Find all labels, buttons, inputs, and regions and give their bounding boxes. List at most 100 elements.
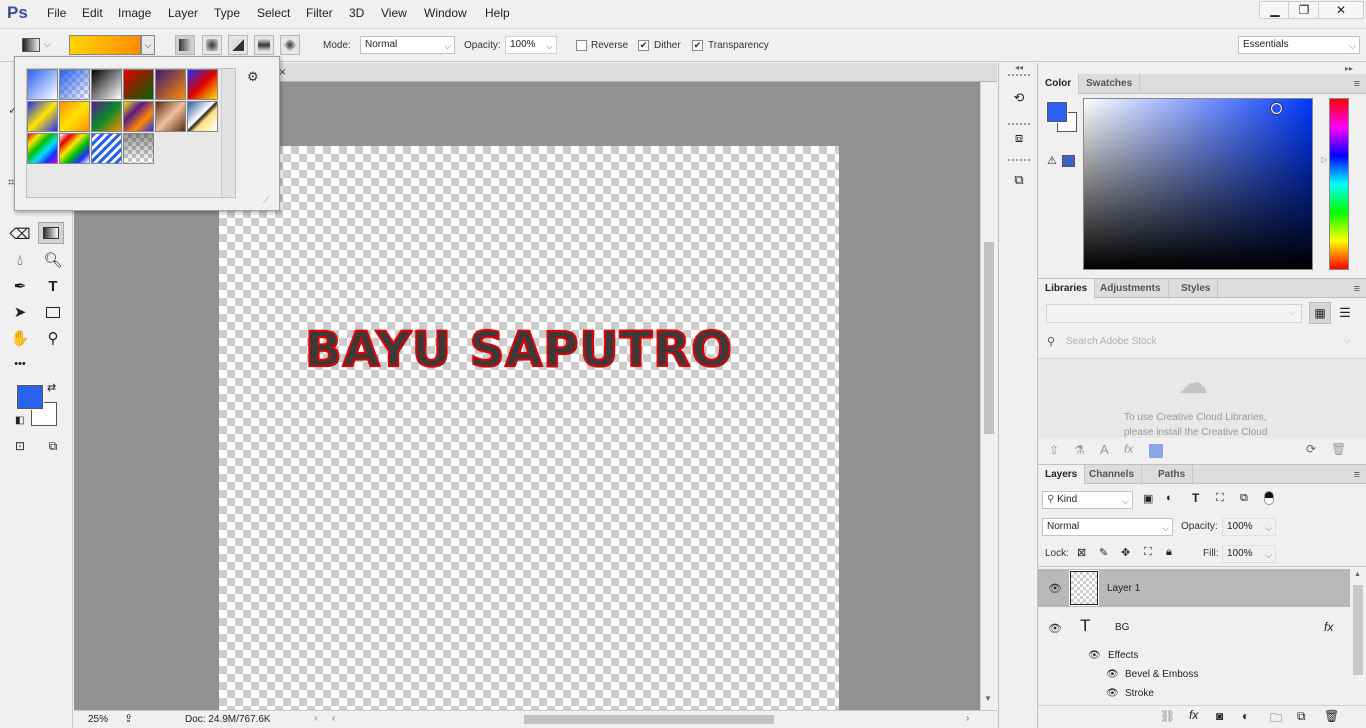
default-colors-icon[interactable]: ◧ bbox=[15, 415, 24, 426]
type-tool-icon[interactable]: T bbox=[40, 275, 66, 297]
presets-scrollbar[interactable] bbox=[221, 69, 235, 197]
gradient-preset[interactable] bbox=[123, 101, 154, 132]
collapse-panels-icon[interactable]: ▸▸ bbox=[1345, 64, 1353, 73]
scroll-down-icon[interactable]: ▼ bbox=[984, 694, 992, 703]
filter-toggle-icon[interactable] bbox=[1264, 491, 1274, 505]
library-select[interactable]: ⌵ bbox=[1046, 304, 1302, 323]
tab-paths[interactable]: Paths bbox=[1151, 465, 1194, 485]
layer-opacity-field[interactable]: 100% ⌵ bbox=[1222, 518, 1276, 536]
trash-icon[interactable]: 🗑︎ bbox=[1331, 442, 1346, 456]
menu-select[interactable]: Select bbox=[257, 6, 290, 20]
gradient-preset[interactable] bbox=[155, 69, 186, 100]
vertical-scrollbar[interactable]: ▼ bbox=[980, 82, 997, 710]
workspace-select[interactable]: Essentials ⌵ bbox=[1238, 36, 1360, 54]
quick-mask-icon[interactable]: ⊡ bbox=[7, 435, 33, 457]
filter-type-icon[interactable]: T bbox=[1192, 491, 1199, 505]
layers-scrollbar[interactable]: ▲ bbox=[1351, 569, 1366, 704]
menu-image[interactable]: Image bbox=[118, 6, 151, 20]
rectangle-tool-icon[interactable] bbox=[40, 301, 66, 323]
gradient-picker-toggle[interactable]: ⌵ bbox=[141, 35, 155, 55]
grid-view-icon[interactable]: ▦ bbox=[1309, 302, 1331, 324]
add-mask-icon[interactable]: ◙ bbox=[1216, 709, 1223, 723]
scroll-right-icon[interactable]: › bbox=[966, 713, 969, 724]
sync-icon[interactable]: ⟳ bbox=[1306, 442, 1316, 456]
tab-color[interactable]: Color bbox=[1038, 74, 1080, 94]
menu-layer[interactable]: Layer bbox=[168, 6, 198, 20]
drag-grip[interactable] bbox=[1008, 123, 1030, 125]
layer-row-layer-1[interactable]: 👁︎ Layer 1 bbox=[1038, 569, 1350, 607]
upload-icon[interactable]: ⇧ bbox=[1049, 443, 1059, 457]
effect-stroke[interactable]: Stroke bbox=[1125, 688, 1154, 699]
scroll-up-icon[interactable]: ▲ bbox=[1354, 571, 1361, 578]
gradient-preset[interactable] bbox=[155, 101, 186, 132]
tab-layers[interactable]: Layers bbox=[1038, 465, 1086, 485]
menu-window[interactable]: Window bbox=[424, 6, 467, 20]
filter-smart-object-icon[interactable]: ⧉ bbox=[1240, 492, 1248, 505]
visibility-eye-icon[interactable]: 👁︎ bbox=[1048, 622, 1062, 635]
pen-tool-icon[interactable]: ✒ bbox=[7, 275, 33, 297]
gradient-preset[interactable] bbox=[123, 133, 154, 164]
chevron-down-icon[interactable]: ⌵ bbox=[1344, 335, 1351, 346]
hand-tool-icon[interactable]: ✋ bbox=[7, 327, 33, 349]
gradient-tool-icon[interactable] bbox=[38, 222, 64, 244]
menu-file[interactable]: File bbox=[47, 6, 66, 20]
visibility-eye-icon[interactable]: 👁︎ bbox=[1106, 688, 1119, 699]
gradient-preset[interactable] bbox=[27, 101, 58, 132]
gradient-preset[interactable] bbox=[27, 133, 58, 164]
minimize-button[interactable]: ▁ bbox=[1259, 1, 1291, 19]
panel-menu-icon[interactable]: ≡ bbox=[1354, 469, 1360, 481]
visibility-eye-icon[interactable]: 👁︎ bbox=[1088, 650, 1101, 661]
tab-swatches[interactable]: Swatches bbox=[1079, 74, 1141, 94]
dodge-tool-icon[interactable]: 🔍︎ bbox=[40, 249, 66, 271]
layer-filter-kind[interactable]: ⚲ Kind ⌵ bbox=[1042, 491, 1133, 509]
history-icon[interactable]: ⟲ bbox=[1006, 87, 1032, 109]
tab-styles[interactable]: Styles bbox=[1174, 279, 1219, 299]
lock-position-icon[interactable]: ✥ bbox=[1121, 546, 1130, 559]
color-panel-foreground-swatch[interactable] bbox=[1046, 101, 1068, 123]
chevron-down-icon[interactable]: ⌵ bbox=[44, 39, 51, 50]
collapse-arrows-icon[interactable]: ◂◂ bbox=[1015, 63, 1023, 72]
character-style-icon[interactable]: A bbox=[1100, 442, 1109, 457]
gradient-preset[interactable] bbox=[91, 133, 122, 164]
lock-transparent-icon[interactable]: ⊠ bbox=[1077, 546, 1086, 559]
transparency-checkbox[interactable]: ✔ bbox=[692, 40, 703, 51]
filter-pixel-icon[interactable]: ▣ bbox=[1143, 492, 1153, 505]
menu-help[interactable]: Help bbox=[485, 6, 510, 20]
gradient-preset[interactable] bbox=[27, 69, 58, 100]
more-tools-icon[interactable]: ••• bbox=[7, 353, 33, 375]
blend-mode-select[interactable]: Normal ⌵ bbox=[1042, 518, 1173, 536]
mode-select[interactable]: Normal ⌵ bbox=[360, 36, 455, 54]
hue-slider-marker-icon[interactable]: ▷ bbox=[1321, 155, 1327, 164]
reverse-checkbox[interactable] bbox=[576, 40, 587, 51]
gradient-preset[interactable] bbox=[59, 133, 90, 164]
new-layer-icon[interactable]: ⧉ bbox=[1297, 709, 1306, 724]
linear-gradient-button[interactable] bbox=[175, 35, 195, 55]
blur-tool-icon[interactable]: 💧︎ bbox=[7, 249, 33, 271]
add-style-icon[interactable]: fx bbox=[1189, 708, 1198, 722]
delete-layer-icon[interactable]: 🗑︎ bbox=[1324, 709, 1339, 723]
eraser-tool-icon[interactable]: ⌫ bbox=[7, 223, 33, 245]
tab-adjustments[interactable]: Adjustments bbox=[1093, 279, 1169, 299]
scroll-left-icon[interactable]: ‹ bbox=[332, 713, 335, 724]
drag-grip[interactable] bbox=[1008, 159, 1030, 161]
gradient-preset[interactable] bbox=[91, 69, 122, 100]
panel-menu-icon[interactable]: ≡ bbox=[1354, 283, 1360, 295]
lock-all-icon[interactable]: 🔒︎ bbox=[1166, 546, 1172, 559]
reflected-gradient-button[interactable] bbox=[254, 35, 274, 55]
lock-image-icon[interactable]: ✎ bbox=[1099, 546, 1108, 559]
gradient-preset[interactable] bbox=[187, 69, 218, 100]
menu-view[interactable]: View bbox=[381, 6, 407, 20]
foreground-color-swatch[interactable] bbox=[16, 384, 44, 410]
lock-artboard-icon[interactable]: ⛶ bbox=[1144, 546, 1152, 559]
layer-fx-icon[interactable]: fx bbox=[1324, 620, 1333, 634]
swap-colors-icon[interactable]: ⇄ bbox=[47, 381, 56, 394]
panel-menu-icon[interactable]: ≡ bbox=[1354, 78, 1360, 90]
effect-bevel-emboss[interactable]: Bevel & Emboss bbox=[1125, 669, 1198, 680]
dither-checkbox[interactable]: ✔ bbox=[638, 40, 649, 51]
visibility-eye-icon[interactable]: 👁︎ bbox=[1048, 582, 1062, 595]
angle-gradient-button[interactable] bbox=[228, 35, 248, 55]
link-layers-icon[interactable]: ⛓ bbox=[1160, 709, 1175, 723]
scrollbar-thumb[interactable] bbox=[1353, 585, 1363, 675]
filter-adjustment-icon[interactable]: ◐ bbox=[1166, 492, 1173, 504]
diamond-gradient-button[interactable] bbox=[280, 35, 300, 55]
